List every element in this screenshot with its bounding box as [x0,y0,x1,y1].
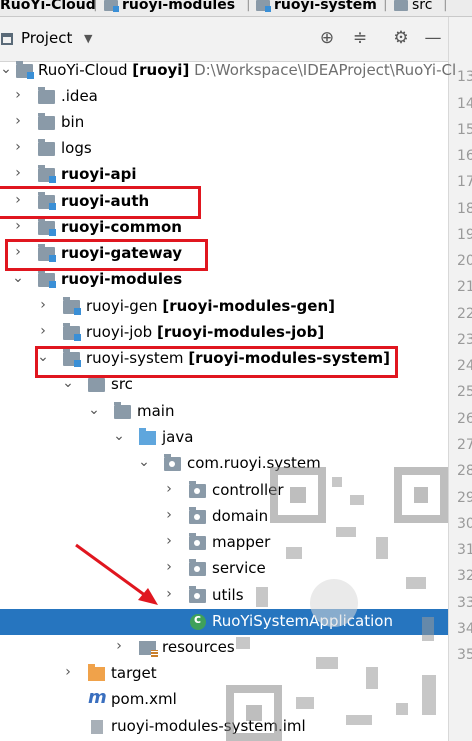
annotation-arrow-icon [75,543,158,605]
